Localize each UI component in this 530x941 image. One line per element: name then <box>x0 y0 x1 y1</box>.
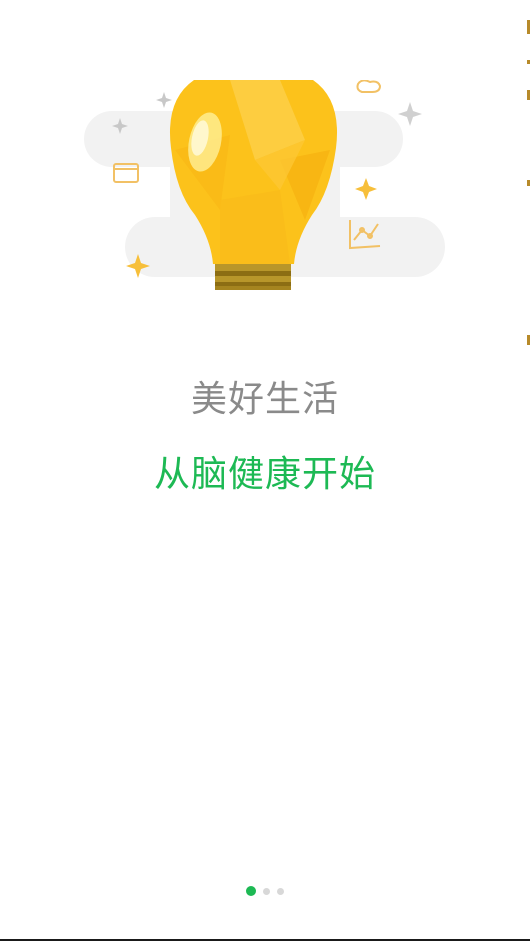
sparkle-icon <box>156 92 172 108</box>
page-dot-active[interactable] <box>246 886 256 896</box>
onboarding-subtitle: 从脑健康开始 <box>153 454 376 495</box>
hero-illustration <box>80 80 450 295</box>
cloud-outline-icon <box>356 80 382 93</box>
onboarding-title: 美好生活 <box>190 379 339 420</box>
sparkle-icon <box>398 102 422 126</box>
page-dot[interactable] <box>263 887 270 895</box>
page-dot[interactable] <box>277 887 284 895</box>
page-indicator <box>0 885 530 897</box>
onboarding-screen[interactable]: 美好生活 从脑健康开始 <box>0 0 530 941</box>
sparkle-icon <box>355 178 377 200</box>
